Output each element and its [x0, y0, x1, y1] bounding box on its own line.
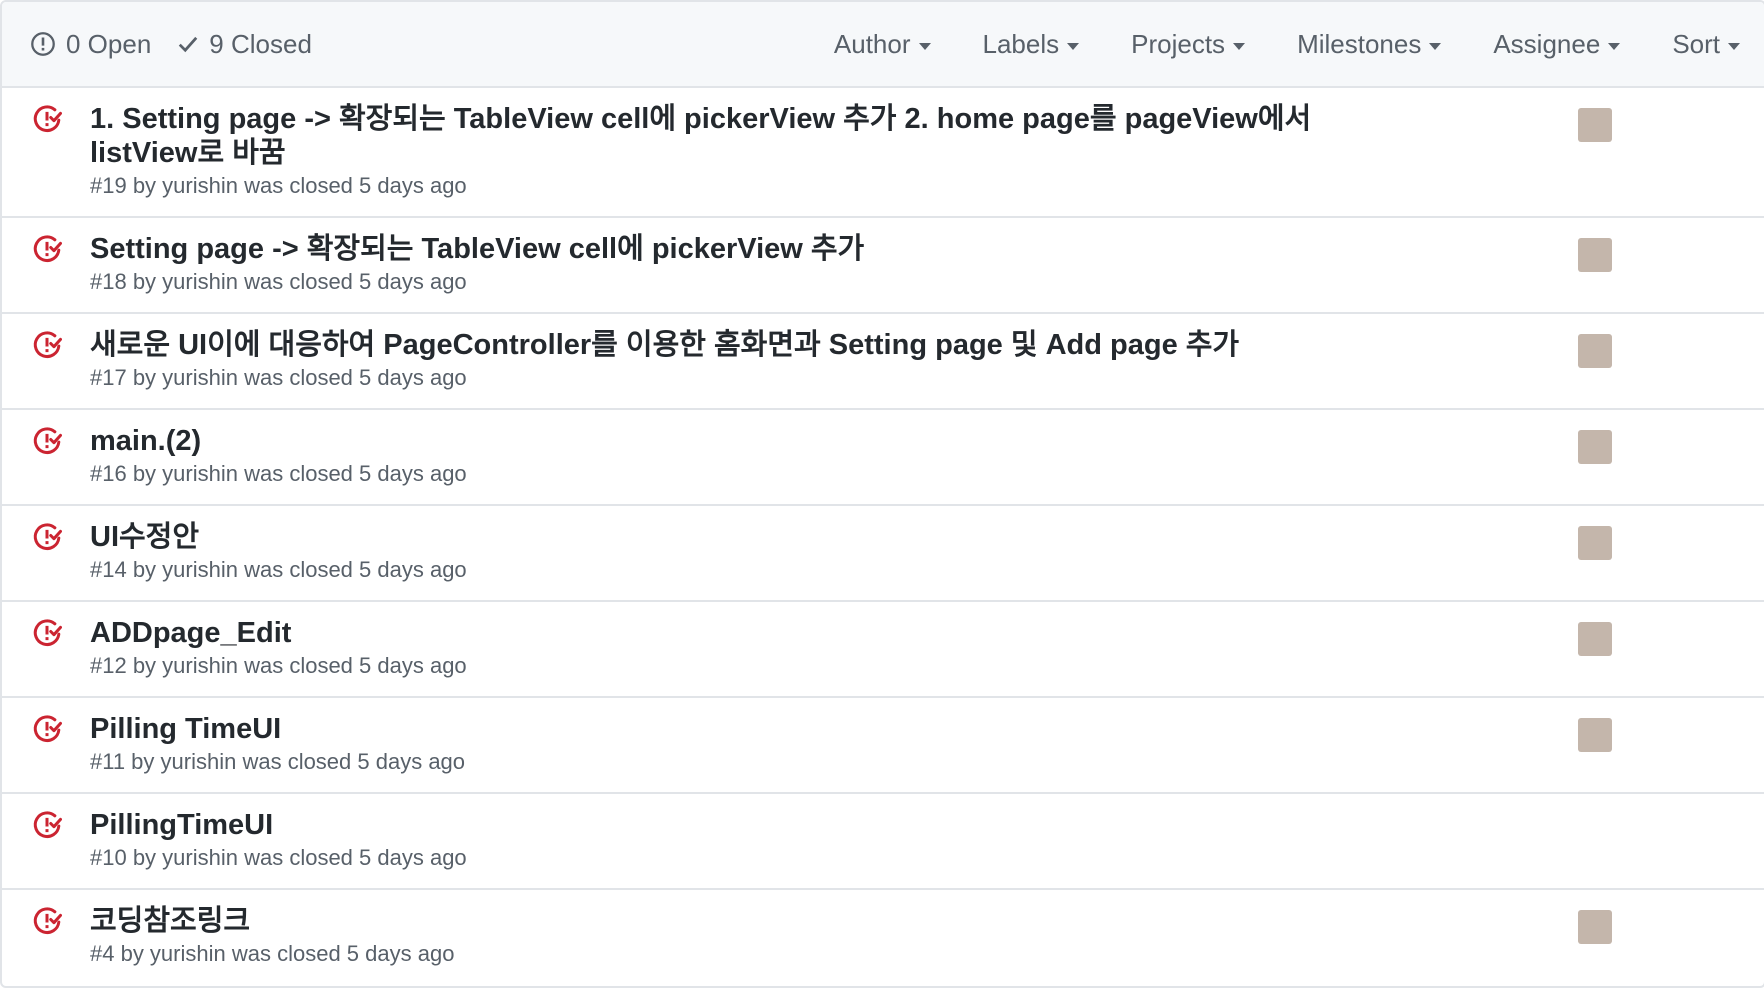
issue-title-link[interactable]: UI수정안 — [90, 520, 1384, 554]
check-icon — [177, 33, 199, 55]
issue-closed-icon — [32, 714, 62, 749]
issue-row: 새로운 UI이에 대응하여 PageController를 이용한 홈화면과 S… — [2, 314, 1764, 410]
issue-closed-icon — [32, 234, 62, 269]
issue-meta: #10 by yurishin was closed 5 days ago — [90, 845, 467, 870]
issue-meta: #12 by yurishin was closed 5 days ago — [90, 653, 467, 678]
assignee-avatar[interactable] — [1578, 334, 1612, 368]
issue-row: PillingTimeUI #10 by yurishin was closed… — [2, 794, 1764, 890]
filter-bar: Author Labels Projects Milestones Assign… — [782, 2, 1740, 86]
filter-label: Labels — [982, 28, 1060, 59]
closed-issues-link[interactable]: 9 Closed — [177, 29, 312, 60]
caret-down-icon — [1608, 42, 1621, 50]
issue-title-link[interactable]: 1. Setting page -> 확장되는 TableView cell에 … — [90, 102, 1384, 170]
issue-title-link[interactable]: PillingTimeUI — [90, 808, 1384, 842]
assignee-filter[interactable]: Assignee — [1493, 28, 1621, 60]
caret-down-icon — [1429, 42, 1442, 50]
issue-row: main.(2) #16 by yurishin was closed 5 da… — [2, 410, 1764, 506]
filter-label: Projects — [1131, 28, 1226, 59]
issue-content: 1. Setting page -> 확장되는 TableView cell에 … — [90, 102, 1384, 200]
filter-label: Author — [833, 28, 911, 59]
caret-down-icon — [1728, 42, 1740, 50]
issue-meta: #18 by yurishin was closed 5 days ago — [90, 269, 467, 294]
assignee-avatar[interactable] — [1578, 622, 1612, 656]
milestones-filter[interactable]: Milestones — [1297, 28, 1442, 60]
issue-meta: #17 by yurishin was closed 5 days ago — [90, 365, 467, 390]
issue-content: Setting page -> 확장되는 TableView cell에 pic… — [90, 232, 1384, 296]
issue-content: 새로운 UI이에 대응하여 PageController를 이용한 홈화면과 S… — [90, 328, 1384, 392]
issue-closed-icon — [32, 522, 62, 557]
issue-title-link[interactable]: 코딩참조링크 — [90, 904, 1384, 938]
issue-row: Setting page -> 확장되는 TableView cell에 pic… — [2, 218, 1764, 314]
labels-filter[interactable]: Labels — [983, 29, 1080, 60]
issue-list: 1. Setting page -> 확장되는 TableView cell에 … — [2, 88, 1764, 984]
projects-filter[interactable]: Projects — [1131, 28, 1246, 60]
assignee-avatar[interactable] — [1578, 430, 1612, 464]
assignee-avatar[interactable] — [1578, 910, 1612, 944]
caret-down-icon — [918, 42, 931, 50]
assignee-avatar[interactable] — [1578, 238, 1612, 272]
issue-title-link[interactable]: ADDpage_Edit — [90, 616, 1384, 650]
issue-content: 코딩참조링크 #4 by yurishin was closed 5 days … — [90, 904, 1384, 968]
issue-closed-icon — [32, 426, 62, 461]
sort-filter[interactable]: Sort — [1672, 29, 1740, 60]
issue-content: UI수정안 #14 by yurishin was closed 5 days … — [90, 520, 1384, 584]
issue-meta: #19 by yurishin was closed 5 days ago — [90, 173, 467, 198]
closed-issues-label: 9 Closed — [209, 28, 312, 59]
issue-closed-icon — [32, 618, 62, 653]
issue-title-link[interactable]: Pilling TimeUI — [90, 712, 1384, 746]
issue-row: Pilling TimeUI #11 by yurishin was close… — [2, 698, 1764, 794]
assignee-avatar[interactable] — [1578, 108, 1612, 142]
issues-header: 0 Open 9 Closed Author Labels Projects M… — [2, 2, 1764, 88]
issue-content: main.(2) #16 by yurishin was closed 5 da… — [90, 424, 1384, 488]
issue-closed-icon — [32, 330, 62, 365]
filter-label: Sort — [1672, 28, 1720, 59]
issue-row: 코딩참조링크 #4 by yurishin was closed 5 days … — [2, 890, 1764, 984]
caret-down-icon — [1067, 42, 1080, 50]
filter-label: Milestones — [1297, 28, 1422, 59]
issue-meta: #16 by yurishin was closed 5 days ago — [90, 461, 467, 486]
issue-row: ADDpage_Edit #12 by yurishin was closed … — [2, 602, 1764, 698]
filter-label: Assignee — [1493, 28, 1601, 59]
issues-box: 0 Open 9 Closed Author Labels Projects M… — [0, 0, 1764, 988]
issue-title-link[interactable]: Setting page -> 확장되는 TableView cell에 pic… — [90, 232, 1384, 266]
author-filter[interactable]: Author — [834, 29, 931, 60]
issue-content: ADDpage_Edit #12 by yurishin was closed … — [90, 616, 1384, 680]
assignee-avatar[interactable] — [1578, 526, 1612, 560]
issue-title-link[interactable]: main.(2) — [90, 424, 1384, 458]
open-issues-link[interactable]: 0 Open — [30, 29, 151, 60]
issue-title-link[interactable]: 새로운 UI이에 대응하여 PageController를 이용한 홈화면과 S… — [90, 328, 1384, 362]
issue-row: 1. Setting page -> 확장되는 TableView cell에 … — [2, 88, 1764, 218]
issue-meta: #11 by yurishin was closed 5 days ago — [90, 749, 466, 774]
issue-open-icon — [30, 31, 56, 57]
issue-content: PillingTimeUI #10 by yurishin was closed… — [90, 808, 1384, 872]
issue-meta: #4 by yurishin was closed 5 days ago — [90, 941, 455, 966]
caret-down-icon — [1233, 42, 1246, 50]
state-toggle: 0 Open 9 Closed — [2, 29, 338, 60]
issue-meta: #14 by yurishin was closed 5 days ago — [90, 557, 467, 582]
open-issues-label: 0 Open — [66, 28, 152, 59]
assignee-avatar[interactable] — [1578, 718, 1612, 752]
issue-closed-icon — [32, 906, 62, 941]
issue-closed-icon — [32, 104, 62, 139]
issue-closed-icon — [32, 810, 62, 845]
issue-row: UI수정안 #14 by yurishin was closed 5 days … — [2, 506, 1764, 602]
issue-content: Pilling TimeUI #11 by yurishin was close… — [90, 712, 1384, 776]
